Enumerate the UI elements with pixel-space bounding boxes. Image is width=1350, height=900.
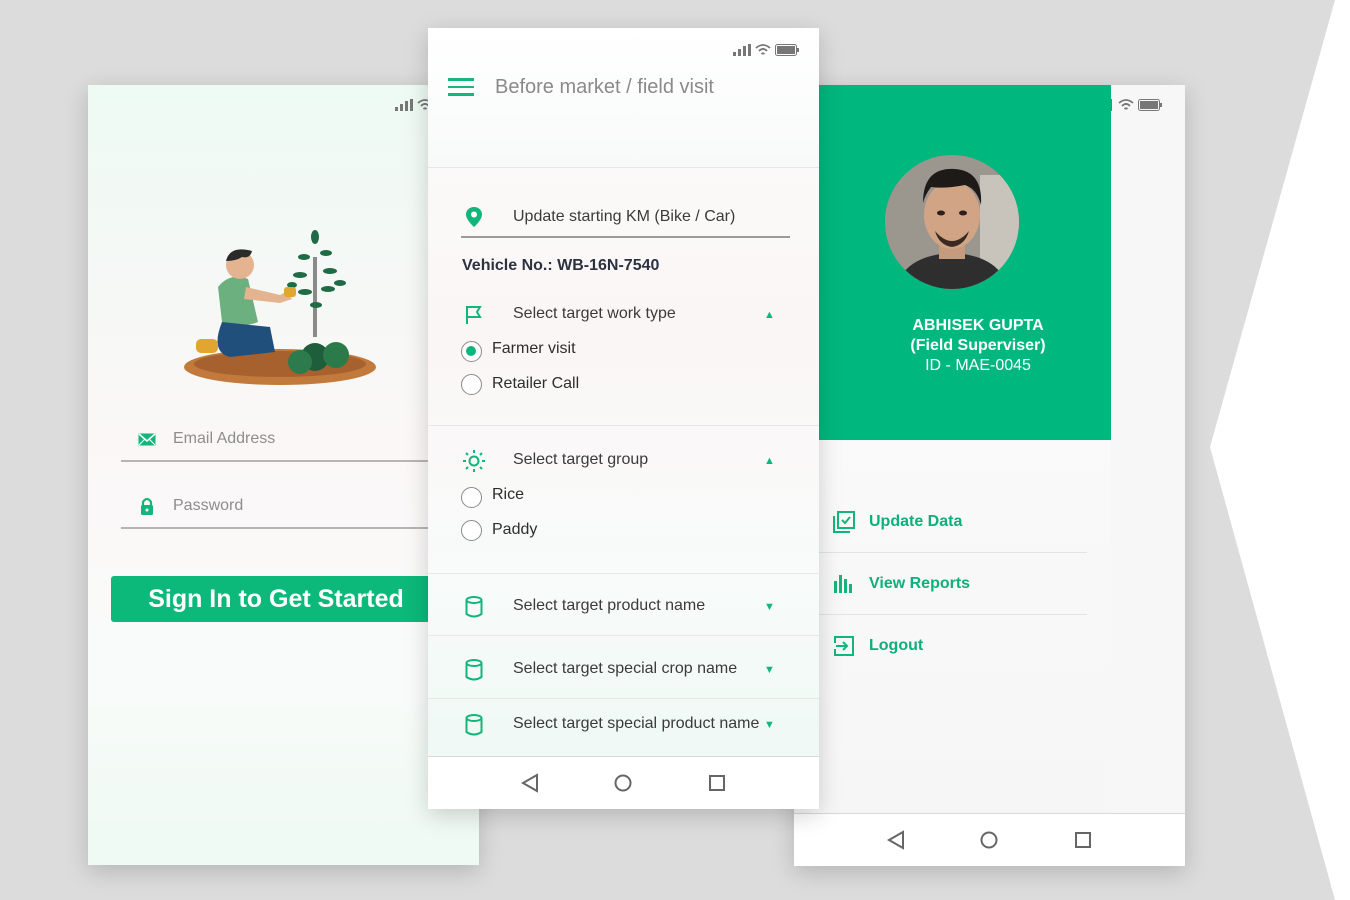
hamburger-menu-icon[interactable] [448,78,474,96]
drawer-header: ABHISEK GUPTA (Field Superviser) ID - MA… [819,85,1111,440]
work-type-select[interactable]: Select target work type [513,305,676,323]
signal-icon [733,44,751,56]
divider [428,698,819,699]
password-input[interactable] [173,497,433,515]
divider [428,573,819,574]
dropdown-arrow-icon[interactable]: ▼ [764,601,775,613]
avatar [885,155,1019,289]
back-icon[interactable] [886,830,906,850]
radio-farmer-visit[interactable] [461,341,482,362]
farmer-illustration [184,230,376,385]
profile-name: ABHISEK GUPTA [912,317,1044,334]
profile-role: (Field Superviser) [910,337,1046,354]
dropdown-arrow-icon[interactable]: ▼ [764,664,775,676]
database-icon [462,658,486,682]
field-visit-form-screen: Before market / field visit Update start… [428,28,819,809]
radio-label: Rice [492,486,525,503]
menu-logout[interactable]: Logout [819,615,1087,677]
collapse-arrow-icon[interactable]: ▲ [764,455,775,467]
android-nav-bar [428,756,819,809]
menu-update-data[interactable]: Update Data [819,491,1087,553]
radio-label: Retailer Call [492,375,580,392]
email-field[interactable] [121,418,451,462]
database-icon [462,595,486,619]
checklist-icon [833,510,855,533]
product-name-select[interactable]: Select target product name [513,597,705,615]
logout-icon [834,636,854,656]
profile-id: ID - MAE-0045 [925,357,1031,374]
signal-icon [395,99,413,111]
menu-label: Logout [869,637,924,654]
divider [428,635,819,636]
mail-icon [138,432,156,445]
radio-retailer-call[interactable] [461,374,482,395]
sign-in-button[interactable]: Sign In to Get Started [111,576,441,622]
navigation-drawer: ABHISEK GUPTA (Field Superviser) ID - MA… [819,85,1111,813]
wifi-icon [1118,99,1134,110]
menu-view-reports[interactable]: View Reports [819,553,1087,615]
collapse-arrow-icon[interactable]: ▲ [764,309,775,321]
home-icon[interactable] [613,773,633,793]
login-screen: Sign In to Get Started [88,85,479,865]
flag-icon [462,303,486,327]
profile-screen: ABHISEK GUPTA (Field Superviser) ID - MA… [794,85,1185,866]
recents-icon[interactable] [707,773,727,793]
special-product-select[interactable]: Select target special product name [513,715,759,733]
battery-icon [775,44,799,56]
android-nav-bar [794,813,1185,866]
km-underline [461,236,790,238]
radio-paddy[interactable] [461,520,482,541]
menu-label: View Reports [869,574,971,592]
page-title: Before market / field visit [495,76,714,98]
status-bar [1108,99,1162,111]
target-group-select[interactable]: Select target group [513,451,648,469]
menu-label: Update Data [869,512,963,530]
battery-icon [1138,99,1162,111]
sun-icon [462,449,486,473]
recents-icon[interactable] [1073,830,1093,850]
divider [428,425,819,426]
status-bar [733,44,799,56]
radio-rice[interactable] [461,487,482,508]
email-input[interactable] [173,430,433,448]
km-input[interactable]: Update starting KM (Bike / Car) [513,208,735,226]
wifi-icon [755,44,771,55]
password-field[interactable] [121,485,451,529]
location-pin-icon [462,205,486,229]
radio-label: Farmer visit [492,340,576,357]
lock-icon [141,497,153,515]
database-icon [462,713,486,737]
special-crop-select[interactable]: Select target special crop name [513,660,737,678]
app-header: Before market / field visit [428,28,819,168]
back-icon[interactable] [520,773,540,793]
home-icon[interactable] [979,830,999,850]
radio-label: Paddy [492,521,538,538]
vehicle-number: Vehicle No.: WB-16N-7540 [462,257,660,274]
bar-chart-icon [834,574,852,593]
dropdown-arrow-icon[interactable]: ▼ [764,719,775,731]
